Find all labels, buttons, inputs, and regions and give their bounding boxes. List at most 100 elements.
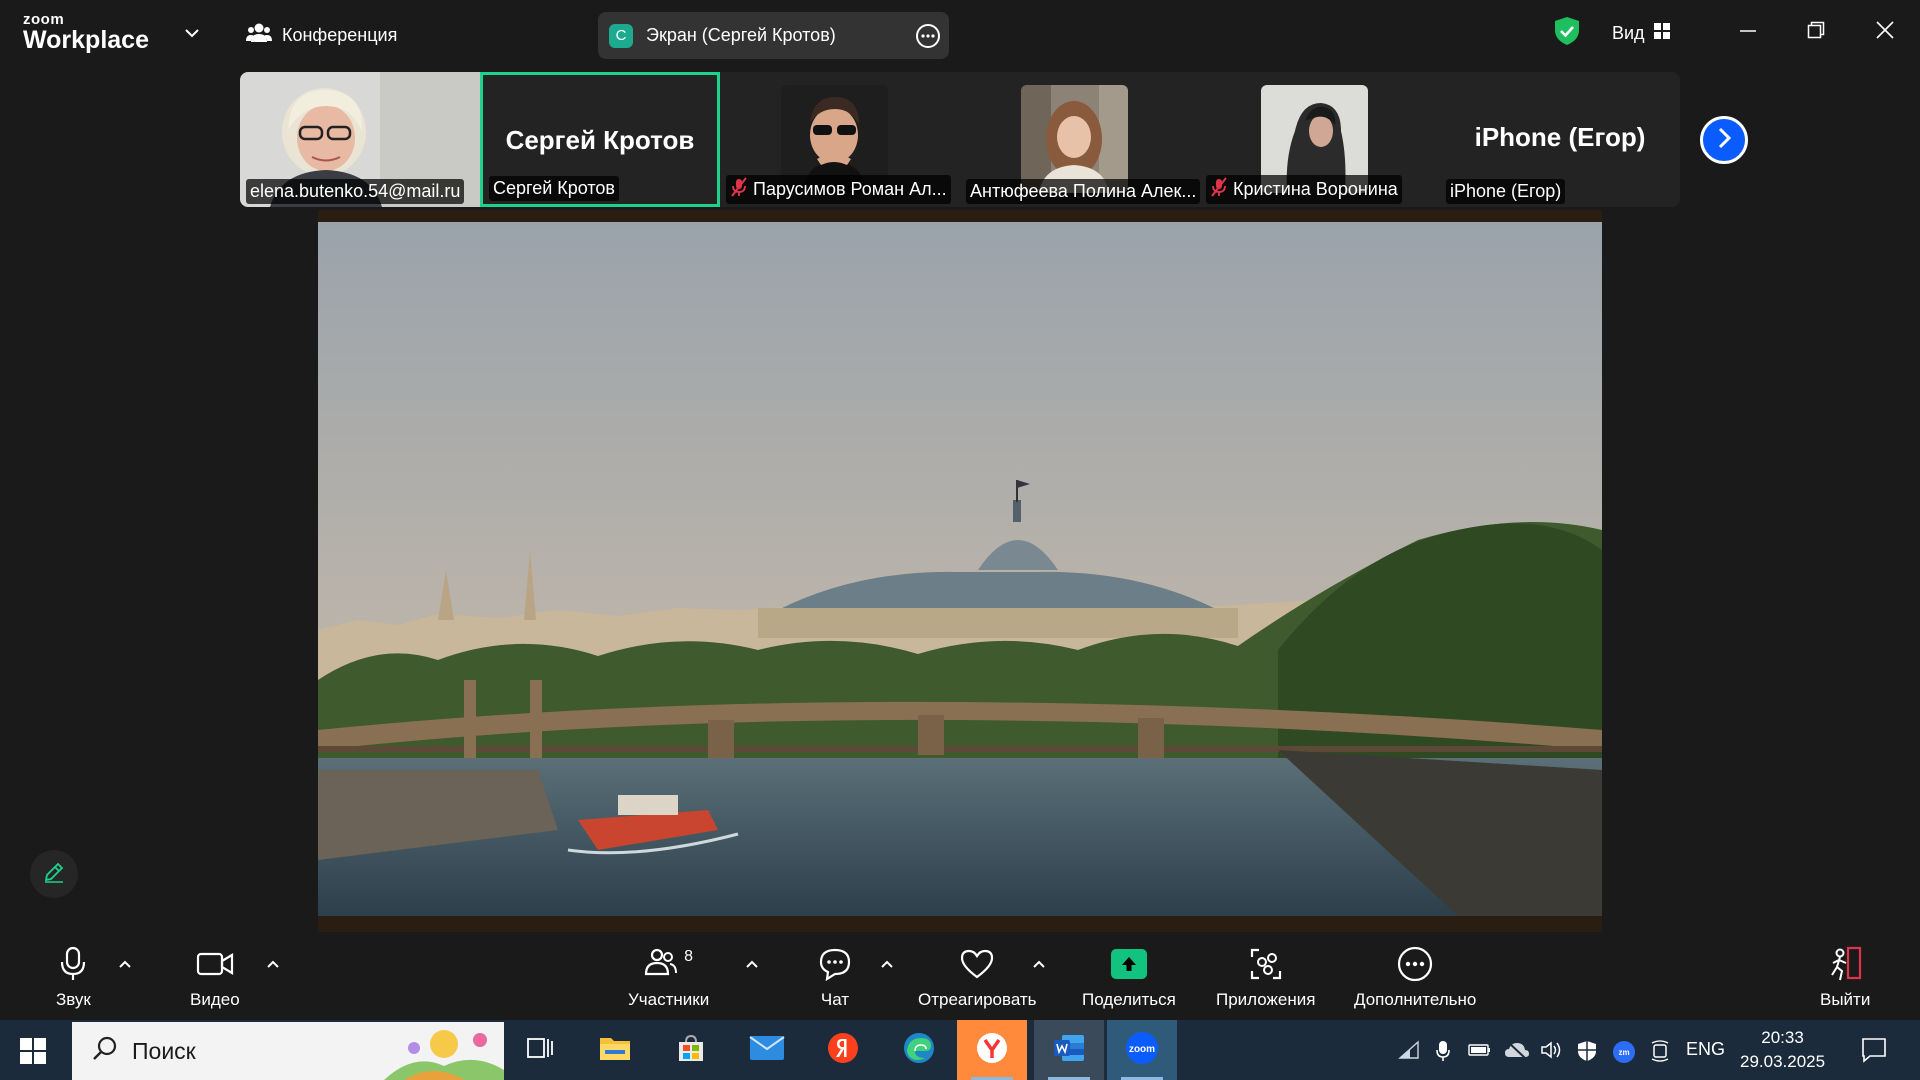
restore-window-button[interactable]	[1806, 20, 1826, 45]
input-language-indicator[interactable]: ENG	[1686, 1039, 1725, 1060]
search-placeholder: Поиск	[132, 1037, 196, 1064]
heart-icon	[959, 944, 995, 984]
participant-name-label: Парусимов Роман Ал...	[726, 175, 951, 204]
participant-tile-active-speaker[interactable]: Сергей Кротов Сергей Кротов	[480, 72, 720, 207]
participant-gallery-strip: elena.butenko.54@mail.ru Сергей Кротов С…	[240, 72, 1680, 207]
device-tray-icon[interactable]	[1650, 1040, 1670, 1067]
participant-name-label: Кристина Воронина	[1206, 175, 1402, 204]
participant-tile[interactable]: Парусимов Роман Ал...	[720, 72, 960, 207]
participant-big-name: iPhone (Егор)	[1474, 122, 1646, 152]
participant-name-label: elena.butenko.54@mail.ru	[246, 179, 465, 204]
mail-app[interactable]	[732, 1020, 802, 1080]
next-page-button[interactable]	[1700, 116, 1748, 164]
leave-meeting-button[interactable]: Выйти	[1820, 944, 1870, 1010]
yandex-logo-icon	[827, 1032, 859, 1069]
participant-video	[1021, 85, 1128, 193]
participant-tile[interactable]: Кристина Воронина	[1200, 72, 1440, 207]
microphone-tray-icon[interactable]	[1436, 1040, 1450, 1067]
microphone-icon	[59, 944, 87, 984]
security-shield-tray-icon[interactable]	[1576, 1040, 1598, 1067]
word-icon	[1052, 1033, 1086, 1068]
participant-big-name: Сергей Кротов	[505, 125, 695, 155]
more-button[interactable]: Дополнительно	[1354, 944, 1476, 1010]
yandex-browser-icon	[976, 1032, 1008, 1069]
onedrive-cloud-icon[interactable]	[1504, 1040, 1530, 1065]
search-icon	[92, 1035, 118, 1067]
participant-name-label: iPhone (Егор)	[1446, 179, 1566, 204]
participant-name-label: Сергей Кротов	[489, 176, 619, 201]
share-screen-button[interactable]: Поделиться	[1082, 944, 1176, 1010]
screen-share-indicator[interactable]: С Экран (Сергей Кротов)	[598, 12, 949, 59]
logo-workplace-text: Workplace	[23, 26, 149, 54]
video-button[interactable]: Видео	[190, 944, 240, 1010]
microsoft-store-app[interactable]	[656, 1020, 726, 1080]
grid-view-icon	[1653, 22, 1671, 45]
muted-mic-icon	[730, 177, 748, 202]
participant-tile[interactable]: elena.butenko.54@mail.ru	[240, 72, 480, 207]
participant-name-label: Антюфеева Полина Алек...	[966, 179, 1200, 204]
react-options-caret[interactable]	[1032, 956, 1046, 974]
windows-start-button[interactable]	[20, 1038, 46, 1069]
zoom-workplace-logo: zoom Workplace	[23, 12, 149, 53]
close-window-button[interactable]	[1875, 20, 1895, 45]
participants-button[interactable]: 8 Участники	[628, 944, 709, 1010]
edge-browser-app[interactable]	[884, 1020, 954, 1080]
participants-count: 8	[684, 948, 694, 965]
participants-options-caret[interactable]	[745, 956, 759, 974]
leave-door-icon	[1826, 944, 1864, 984]
shared-screen-content	[318, 210, 1602, 932]
clock-time: 20:33	[1761, 1028, 1804, 1047]
participants-group-icon	[246, 22, 272, 49]
volume-icon[interactable]	[1540, 1040, 1564, 1065]
folder-icon	[599, 1034, 631, 1067]
network-icon[interactable]	[1398, 1040, 1420, 1065]
word-app[interactable]	[1034, 1020, 1104, 1080]
audio-options-caret[interactable]	[118, 956, 132, 974]
apps-button[interactable]: Приложения	[1216, 944, 1315, 1010]
view-label: Вид	[1612, 23, 1645, 43]
more-options-icon[interactable]	[915, 23, 941, 54]
svg-text:zm: zm	[1618, 1048, 1629, 1057]
svg-text:zoom: zoom	[1129, 1044, 1155, 1055]
meeting-controls-toolbar: Звук Видео 8 Участники Чат Отреагировать…	[0, 932, 1920, 1020]
apps-icon	[1249, 944, 1283, 984]
taskbar-clock[interactable]: 20:33 29.03.2025	[1740, 1026, 1825, 1074]
participant-tile[interactable]: Антюфеева Полина Алек...	[960, 72, 1200, 207]
chevron-right-icon	[1715, 127, 1733, 154]
audio-button[interactable]: Звук	[56, 944, 91, 1010]
windows-taskbar: Поиск zoom zm ENG 20:33 29.03.2025	[0, 1020, 1920, 1080]
edge-icon	[903, 1032, 935, 1069]
view-button[interactable]: Вид	[1612, 22, 1671, 45]
zoom-app[interactable]: zoom	[1107, 1020, 1177, 1080]
yandex-browser-app[interactable]	[957, 1020, 1027, 1080]
minimize-window-button[interactable]	[1738, 20, 1758, 45]
task-view-button[interactable]	[505, 1020, 575, 1080]
meeting-menu-button[interactable]: Конференция	[246, 22, 397, 49]
shared-video-frame	[318, 210, 1602, 932]
top-bar: zoom Workplace Конференция С Экран (Серг…	[0, 0, 1920, 70]
annotate-button[interactable]	[30, 850, 78, 898]
battery-icon[interactable]	[1468, 1040, 1492, 1065]
chat-bubble-icon	[818, 944, 852, 984]
taskbar-search-box[interactable]: Поиск	[72, 1022, 504, 1080]
yandex-app[interactable]	[808, 1020, 878, 1080]
mail-envelope-icon	[749, 1035, 785, 1066]
chat-button[interactable]: Чат	[818, 944, 852, 1010]
zoom-tray-icon[interactable]: zm	[1612, 1040, 1636, 1069]
chevron-down-icon[interactable]	[184, 26, 200, 44]
screen-share-label: Экран (Сергей Кротов)	[646, 25, 836, 45]
react-button[interactable]: Отреагировать	[918, 944, 1037, 1010]
store-icon	[676, 1033, 706, 1068]
more-dots-icon	[1397, 944, 1433, 984]
clock-date: 29.03.2025	[1740, 1052, 1826, 1071]
muted-mic-icon	[1210, 177, 1228, 202]
file-explorer-app[interactable]	[580, 1020, 650, 1080]
participants-icon	[644, 947, 678, 982]
video-options-caret[interactable]	[266, 956, 280, 974]
participant-tile[interactable]: iPhone (Егор) iPhone (Егор)	[1440, 72, 1680, 207]
chat-options-caret[interactable]	[880, 956, 894, 974]
video-camera-icon	[196, 944, 234, 984]
encryption-shield-icon[interactable]	[1554, 16, 1580, 51]
logo-zoom-text: zoom	[23, 11, 65, 28]
notifications-icon[interactable]	[1860, 1036, 1888, 1069]
